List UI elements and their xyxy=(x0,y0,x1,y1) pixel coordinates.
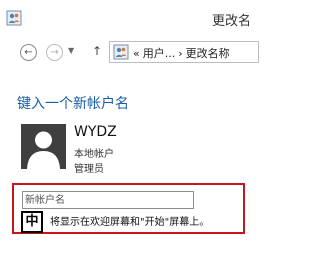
forward-button[interactable]: → xyxy=(46,44,63,61)
user-silhouette-icon xyxy=(27,131,60,169)
breadcrumb: «用户... › 更改名称 xyxy=(133,45,233,61)
users-icon xyxy=(113,44,129,60)
breadcrumb-item-change-name[interactable]: 更改名称 xyxy=(186,47,230,60)
input-hint: 将显示在欢迎屏幕和"开始"屏幕上。 xyxy=(50,217,210,228)
breadcrumb-overflow[interactable]: « xyxy=(133,47,140,60)
breadcrumb-item-users[interactable]: 用户... xyxy=(143,47,176,60)
breadcrumb-separator[interactable]: › xyxy=(178,47,182,60)
up-arrow-icon[interactable]: ↑ xyxy=(92,44,102,58)
title-bar: 更改名 xyxy=(0,0,255,36)
account-type: 本地帐户 xyxy=(74,149,114,160)
account-role: 管理员 xyxy=(74,164,104,175)
users-icon xyxy=(6,10,22,26)
address-bar[interactable]: «用户... › 更改名称 xyxy=(109,41,259,63)
ime-mode-indicator[interactable]: 中 xyxy=(21,211,43,233)
new-account-name-input[interactable] xyxy=(22,191,194,209)
back-button[interactable]: ← xyxy=(20,44,37,61)
avatar xyxy=(21,124,66,169)
page-heading: 键入一个新帐户名 xyxy=(17,96,129,112)
recent-locations-dropdown-icon[interactable]: ▼ xyxy=(68,46,74,55)
account-name: WYDZ xyxy=(74,124,117,140)
window-title: 更改名 xyxy=(211,14,251,29)
